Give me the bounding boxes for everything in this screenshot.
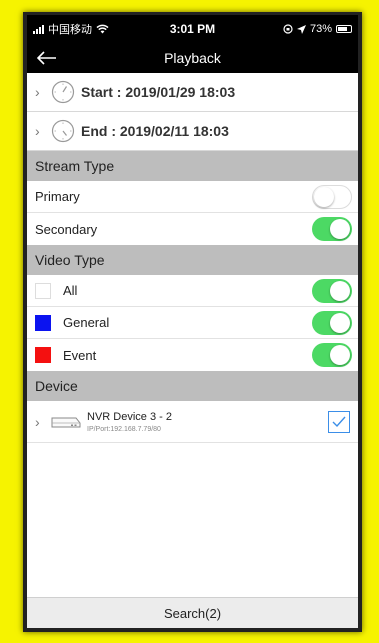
device-row[interactable]: › NVR Device 3 - 2 IP/Port:192.168.7.79/… [27, 401, 358, 443]
clock-icon [51, 80, 75, 104]
all-toggle[interactable] [312, 278, 352, 303]
stream-primary-row: Primary [27, 181, 358, 213]
primary-toggle[interactable] [312, 184, 352, 209]
chevron-right-icon: › [35, 413, 40, 430]
general-color-swatch [35, 314, 51, 331]
video-all-row: All [27, 275, 358, 307]
device-header: Device [27, 371, 358, 401]
nvr-device-icon [51, 417, 81, 427]
start-time-label: Start : 2019/01/29 18:03 [81, 84, 236, 100]
event-toggle[interactable] [312, 343, 352, 367]
carrier-label: 中国移动 [48, 24, 92, 36]
stream-type-header: Stream Type [27, 151, 358, 181]
device-checkbox[interactable] [328, 410, 350, 433]
general-toggle[interactable] [312, 310, 352, 335]
clock-icon [51, 119, 75, 143]
end-time-label: End : 2019/02/11 18:03 [81, 123, 229, 139]
status-time: 3:01 PM [169, 22, 216, 36]
end-time-row[interactable]: › End : 2019/02/11 18:03 [27, 112, 358, 151]
battery-percent: 73% [309, 23, 332, 35]
device-name: NVR Device 3 - 2 [87, 410, 172, 423]
stream-primary-label: Primary [35, 189, 80, 204]
secondary-toggle[interactable] [312, 217, 352, 241]
status-bar: 中国移动 3:01 PM 73% [27, 15, 358, 43]
video-general-label: General [63, 315, 110, 330]
lock-rotation-icon [283, 24, 293, 34]
arrow-left-icon [37, 51, 56, 65]
all-color-swatch [35, 282, 51, 299]
start-time-row[interactable]: › Start : 2019/01/29 18:03 [27, 73, 358, 112]
chevron-right-icon: › [35, 123, 40, 139]
video-all-label: All [63, 283, 78, 298]
video-event-row: Event [27, 339, 358, 371]
battery-icon [335, 25, 352, 33]
signal-icon [33, 24, 44, 34]
status-left: 中国移动 [33, 21, 143, 37]
event-color-swatch [35, 347, 51, 363]
wifi-icon [96, 24, 109, 34]
page-title: Playback [164, 50, 221, 66]
stream-secondary-row: Secondary [27, 213, 358, 245]
chevron-right-icon: › [35, 84, 40, 100]
search-button[interactable]: Search(2) [27, 597, 358, 628]
video-type-header: Video Type [27, 245, 358, 275]
app-screen: 中国移动 3:01 PM 73% Playback › Start: 2019… [27, 15, 358, 628]
video-general-row: General [27, 307, 358, 339]
stream-secondary-label: Secondary [35, 221, 98, 237]
video-event-label: Event [63, 347, 97, 363]
nav-bar: Playback [27, 43, 358, 73]
location-icon [296, 24, 306, 34]
back-button[interactable] [37, 47, 63, 69]
device-address: IP/Port:192.168.7.79/80 [87, 425, 161, 433]
status-right: 73% [242, 23, 352, 35]
checkmark-icon [332, 416, 346, 427]
device-info: NVR Device 3 - 2 IP/Port:192.168.7.79/80 [87, 411, 328, 433]
